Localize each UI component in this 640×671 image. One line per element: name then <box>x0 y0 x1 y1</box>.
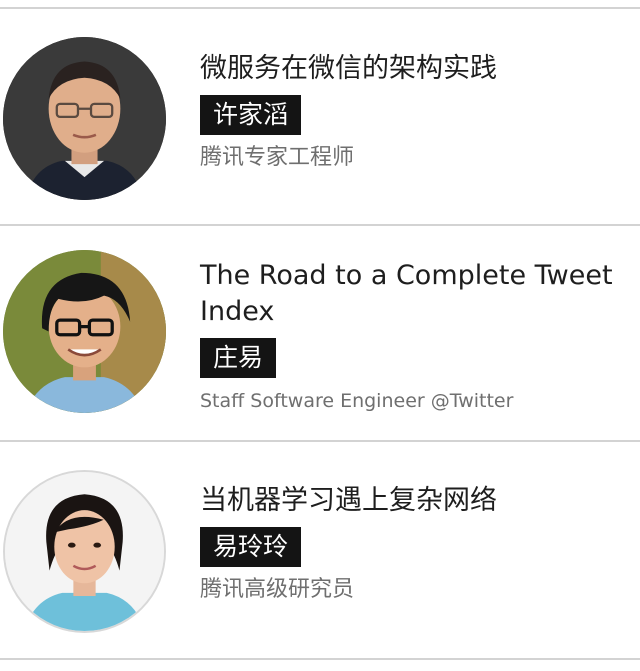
speaker-avatar <box>3 470 166 633</box>
speaker-card: 微服务在微信的架构实践 许家滔 腾讯专家工程师 <box>0 9 640 225</box>
divider-bottom <box>0 658 640 660</box>
speaker-card: The Road to a Complete Tweet Index 庄易 St… <box>0 226 640 440</box>
speaker-role: 腾讯专家工程师 <box>200 145 355 170</box>
speaker-name-badge: 易玲玲 <box>200 527 302 567</box>
talk-title: 微服务在微信的架构实践 <box>200 53 497 84</box>
speaker-avatar <box>3 37 166 200</box>
talk-title: The Road to a Complete Tweet Index <box>200 260 613 327</box>
talk-title: 当机器学习遇上复杂网络 <box>200 485 497 516</box>
portrait-man-glasses-icon <box>3 37 166 200</box>
speaker-role: Staff Software Engineer @Twitter <box>200 390 514 412</box>
speaker-avatar <box>3 250 166 413</box>
speaker-name-badge: 庄易 <box>200 338 277 378</box>
speaker-card: 当机器学习遇上复杂网络 易玲玲 腾讯高级研究员 <box>0 442 640 658</box>
speaker-role: 腾讯高级研究员 <box>200 577 355 602</box>
speaker-name-badge: 许家滔 <box>200 95 302 135</box>
portrait-woman-icon <box>5 472 164 631</box>
portrait-man-glasses-icon <box>3 250 166 413</box>
